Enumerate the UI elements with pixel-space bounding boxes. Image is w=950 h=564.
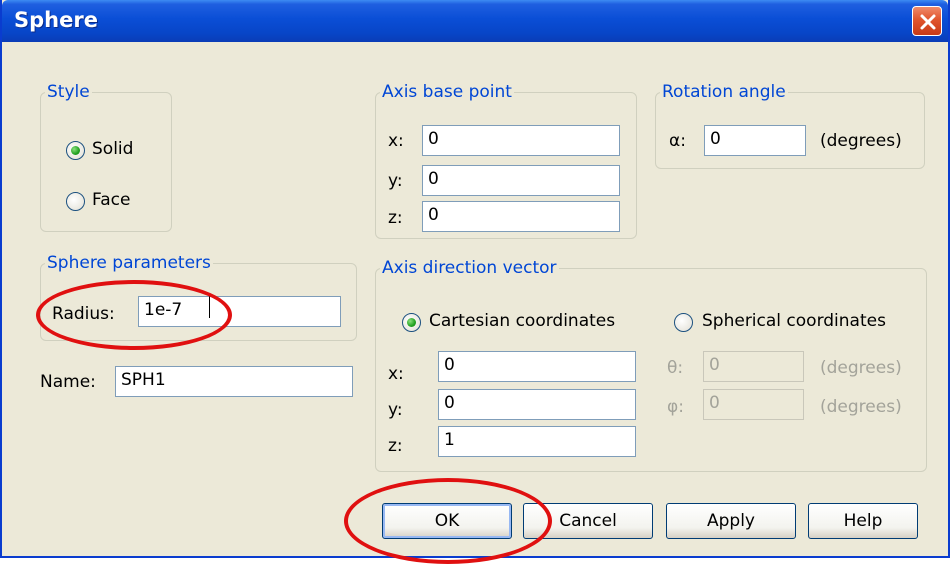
alpha-unit-label: (degrees)	[820, 131, 902, 151]
name-label: Name:	[40, 372, 96, 392]
solid-radio[interactable]	[66, 141, 85, 160]
face-radio[interactable]	[66, 192, 85, 211]
close-icon	[920, 14, 936, 30]
base-y-label: y:	[388, 171, 403, 191]
dir-z-label: z:	[388, 436, 403, 456]
base-x-label: x:	[388, 131, 404, 151]
apply-button[interactable]: Apply	[666, 503, 796, 539]
dir-y-input[interactable]: 0	[438, 389, 636, 420]
help-button[interactable]: Help	[808, 503, 918, 539]
dir-x-label: x:	[388, 364, 404, 384]
dir-z-input[interactable]: 1	[438, 426, 636, 457]
ok-annotation-ellipse	[344, 478, 552, 564]
theta-unit-label: (degrees)	[820, 358, 902, 378]
radius-annotation-ellipse	[36, 280, 232, 350]
window-title: Sphere	[14, 8, 98, 32]
name-input[interactable]: SPH1	[115, 366, 353, 397]
face-label: Face	[92, 190, 131, 210]
phi-input[interactable]: 0	[703, 389, 804, 420]
phi-label: φ:	[667, 397, 684, 417]
alpha-input[interactable]: 0	[704, 125, 806, 156]
base-y-input[interactable]: 0	[422, 165, 620, 196]
cartesian-radio[interactable]	[402, 313, 421, 332]
axis-base-point-legend: Axis base point	[382, 82, 512, 102]
base-z-label: z:	[388, 208, 403, 228]
radio-selected-dot	[407, 318, 416, 327]
sphere-parameters-legend: Sphere parameters	[47, 253, 211, 273]
dir-x-input[interactable]: 0	[438, 351, 636, 382]
theta-label: θ:	[667, 358, 684, 378]
rotation-angle-legend: Rotation angle	[662, 82, 786, 102]
title-bar[interactable]: Sphere	[2, 0, 948, 42]
dir-y-label: y:	[388, 400, 403, 420]
alpha-label: α:	[669, 131, 686, 151]
sphere-dialog: Sphere Style Solid Face Axis base point …	[0, 0, 950, 564]
solid-label: Solid	[92, 139, 134, 159]
close-button[interactable]	[912, 6, 942, 36]
base-z-input[interactable]: 0	[422, 201, 620, 232]
cartesian-label: Cartesian coordinates	[429, 311, 616, 331]
spherical-label: Spherical coordinates	[702, 311, 886, 331]
phi-unit-label: (degrees)	[820, 397, 902, 417]
spherical-radio[interactable]	[674, 313, 693, 332]
axis-direction-vector-legend: Axis direction vector	[382, 258, 557, 278]
style-group-legend: Style	[47, 82, 90, 102]
base-x-input[interactable]: 0	[422, 125, 620, 156]
theta-input[interactable]: 0	[703, 351, 804, 382]
radio-selected-dot	[71, 146, 80, 155]
